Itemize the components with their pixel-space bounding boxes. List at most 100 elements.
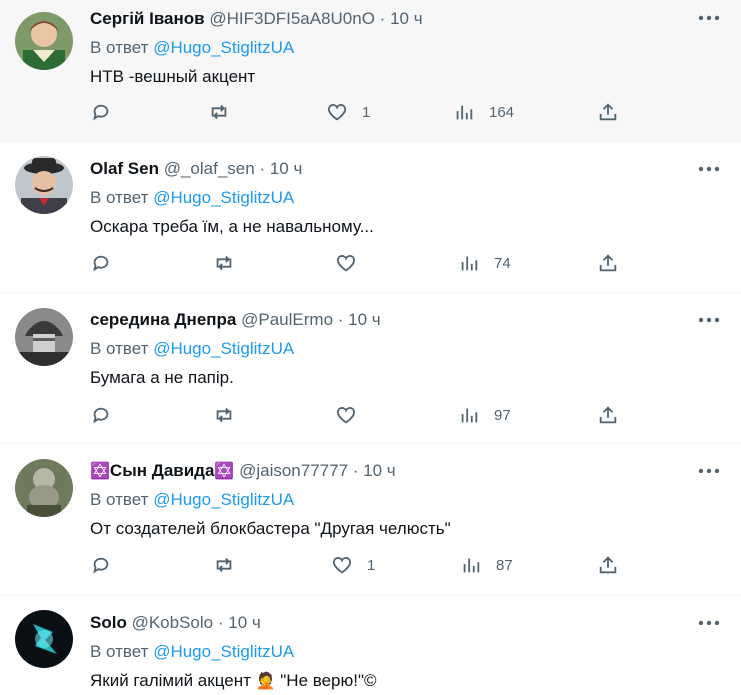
reply-button[interactable] [90,554,112,576]
tweet[interactable]: ✡️Сын Давида✡️ @jaison77777 · 10 ч В отв… [0,444,741,596]
more-icon [698,15,720,21]
tweet[interactable]: Сергій Іванов @HIF3DFI5aA8U0nO · 10 ч В … [0,0,741,142]
reply-button[interactable] [90,404,112,426]
display-name[interactable]: Solo [90,613,127,632]
tweet-text-part: Який галімий акцент [90,671,256,690]
retweet-button[interactable] [213,252,235,274]
reply-context: В ответ @Hugo_StiglitzUA [90,185,725,211]
reply-mention-link[interactable]: @Hugo_StiglitzUA [153,188,294,207]
reply-icon [93,407,109,424]
like-count: 1 [362,103,371,121]
share-button[interactable] [597,554,619,576]
tweet-header: середина Днепра @PaulErmo · 10 ч [90,307,725,333]
views-button[interactable]: 164 [453,101,514,123]
reply-mention-link[interactable]: @Hugo_StiglitzUA [153,642,294,661]
tweet-text: Який галімий акцент 🤦 "Не верю!"© [90,668,725,694]
share-button[interactable] [597,101,619,123]
tweet[interactable]: середина Днепра @PaulErmo · 10 ч В ответ… [0,293,741,444]
views-icon [461,408,478,423]
tweet-header: Solo @KobSolo · 10 ч [90,610,725,636]
separator: · [337,310,344,329]
reply-mention-link[interactable]: @Hugo_StiglitzUA [153,490,294,509]
tweet-header: ✡️Сын Давида✡️ @jaison77777 · 10 ч [90,458,725,484]
tweet-header: Сергій Іванов @HIF3DFI5aA8U0nO · 10 ч [90,6,725,32]
more-options-button[interactable] [697,611,721,635]
share-icon [599,103,617,121]
more-icon [698,317,720,323]
reply-mention-link[interactable]: @Hugo_StiglitzUA [153,38,294,57]
reply-context: В ответ @Hugo_StiglitzUA [90,487,725,513]
user-handle[interactable]: @PaulErmo [241,310,333,329]
tweet-header: Olaf Sen @_olaf_sen · 10 ч [90,156,725,182]
tweet-text-part: "Не верю!"© [275,671,377,690]
reply-context: В ответ @Hugo_StiglitzUA [90,336,725,362]
views-icon [456,105,473,120]
tweet-text: Оскара треба їм, а не навальному... [90,217,374,236]
more-icon [698,166,720,172]
tweet-text: Бумага а не папір. [90,368,234,387]
tweet-text: НТВ -вешный акцент [90,67,256,86]
share-icon [599,254,617,272]
reply-icon [93,104,109,121]
like-button[interactable] [335,404,357,426]
display-name[interactable]: Olaf Sen [90,159,159,178]
star-of-david-icon: ✡️ [90,463,110,480]
views-button[interactable]: 97 [458,404,511,426]
reply-prefix: В ответ [90,339,149,358]
reply-button[interactable] [90,252,112,274]
tweet[interactable]: Solo @KobSolo · 10 ч В ответ @Hugo_Stigl… [0,596,741,690]
views-button[interactable]: 87 [460,554,513,576]
timestamp[interactable]: 10 ч [363,461,396,480]
user-handle[interactable]: @HIF3DFI5aA8U0nO [209,9,375,28]
like-count: 1 [367,556,376,574]
avatar[interactable] [15,12,73,70]
reply-prefix: В ответ [90,188,149,207]
user-handle[interactable]: @KobSolo [132,613,214,632]
reply-prefix: В ответ [90,490,149,509]
more-icon [698,468,720,474]
separator: · [217,613,224,632]
like-button[interactable] [335,252,357,274]
star-of-david-icon: ✡️ [214,463,235,480]
timestamp[interactable]: 10 ч [390,9,423,28]
retweet-button[interactable] [213,404,235,426]
display-name[interactable]: Сергій Іванов [90,9,205,28]
reply-button[interactable] [90,101,112,123]
more-options-button[interactable] [697,308,721,332]
like-button[interactable]: 1 [326,101,370,123]
timestamp[interactable]: 10 ч [348,310,381,329]
retweet-button[interactable] [208,101,230,123]
display-name[interactable]: Сын Давида [110,461,215,480]
more-options-button[interactable] [697,459,721,483]
avatar[interactable] [15,308,73,366]
tweet[interactable]: Olaf Sen @_olaf_sen · 10 ч В ответ @Hugo… [0,142,741,293]
retweet-icon [216,557,232,573]
avatar[interactable] [15,156,73,214]
facepalm-emoji-icon: 🤦 [255,673,276,690]
share-icon [599,556,617,574]
reply-icon [93,557,109,574]
display-name[interactable]: середина Днепра [90,310,236,329]
avatar[interactable] [15,610,73,668]
view-count: 74 [494,254,511,272]
reply-prefix: В ответ [90,642,149,661]
avatar[interactable] [15,459,73,517]
heart-icon [336,407,356,424]
more-options-button[interactable] [697,157,721,181]
more-options-button[interactable] [697,6,721,30]
share-button[interactable] [597,252,619,274]
reply-context: В ответ @Hugo_StiglitzUA [90,35,725,61]
heart-icon [336,255,356,272]
user-handle[interactable]: @_olaf_sen [164,159,255,178]
user-handle[interactable]: @jaison77777 [239,461,348,480]
timestamp[interactable]: 10 ч [270,159,303,178]
views-button[interactable]: 74 [458,252,511,274]
timestamp[interactable]: 10 ч [228,613,261,632]
reply-feed: Сергій Іванов @HIF3DFI5aA8U0nO · 10 ч В … [0,0,741,690]
retweet-button[interactable] [213,554,235,576]
reply-icon [93,255,109,272]
reply-mention-link[interactable]: @Hugo_StiglitzUA [153,339,294,358]
like-button[interactable]: 1 [331,554,375,576]
share-button[interactable] [597,404,619,426]
reply-context: В ответ @Hugo_StiglitzUA [90,639,725,665]
